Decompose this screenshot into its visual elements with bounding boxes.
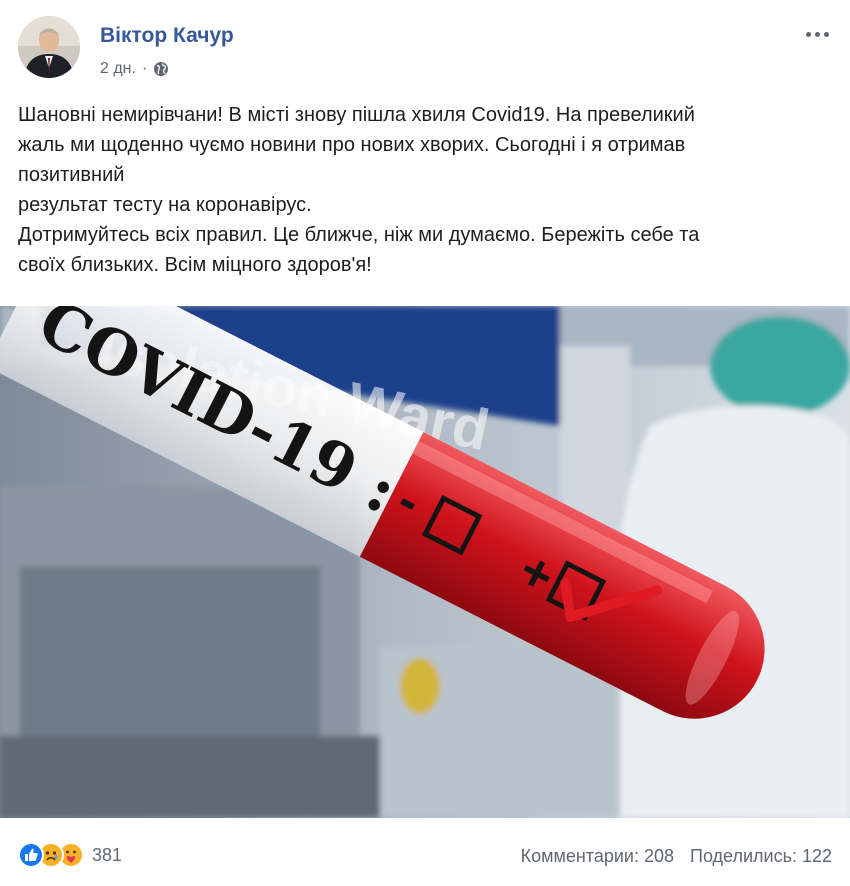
post-text: Шановні немирівчани! В місті знову пішла…: [18, 104, 700, 276]
post-header: Віктор Качур 2 дн. ·: [18, 16, 832, 88]
meta-separator: ·: [141, 60, 148, 77]
post-meta: 2 дн. ·: [100, 60, 169, 78]
avatar[interactable]: [18, 16, 80, 78]
reactions-summary[interactable]: 381: [18, 842, 122, 868]
avatar-photo: [18, 16, 80, 78]
comments-count[interactable]: Комментарии: 208: [521, 846, 674, 867]
post-footer: 381 Комментарии: 208 Поделились: 122: [0, 826, 850, 886]
like-icon: [18, 842, 44, 868]
post-stats: Комментарии: 208 Поделились: 122: [521, 846, 832, 867]
author-name[interactable]: Віктор Качур: [100, 24, 234, 48]
shares-count[interactable]: Поделились: 122: [690, 846, 832, 867]
reaction-count: 381: [92, 844, 123, 865]
more-options-button[interactable]: [802, 22, 832, 46]
post-image[interactable]: Isolation Ward COVID-19 : - +: [0, 306, 850, 818]
globe-icon[interactable]: [153, 61, 169, 77]
post-timestamp[interactable]: 2 дн.: [100, 60, 136, 78]
